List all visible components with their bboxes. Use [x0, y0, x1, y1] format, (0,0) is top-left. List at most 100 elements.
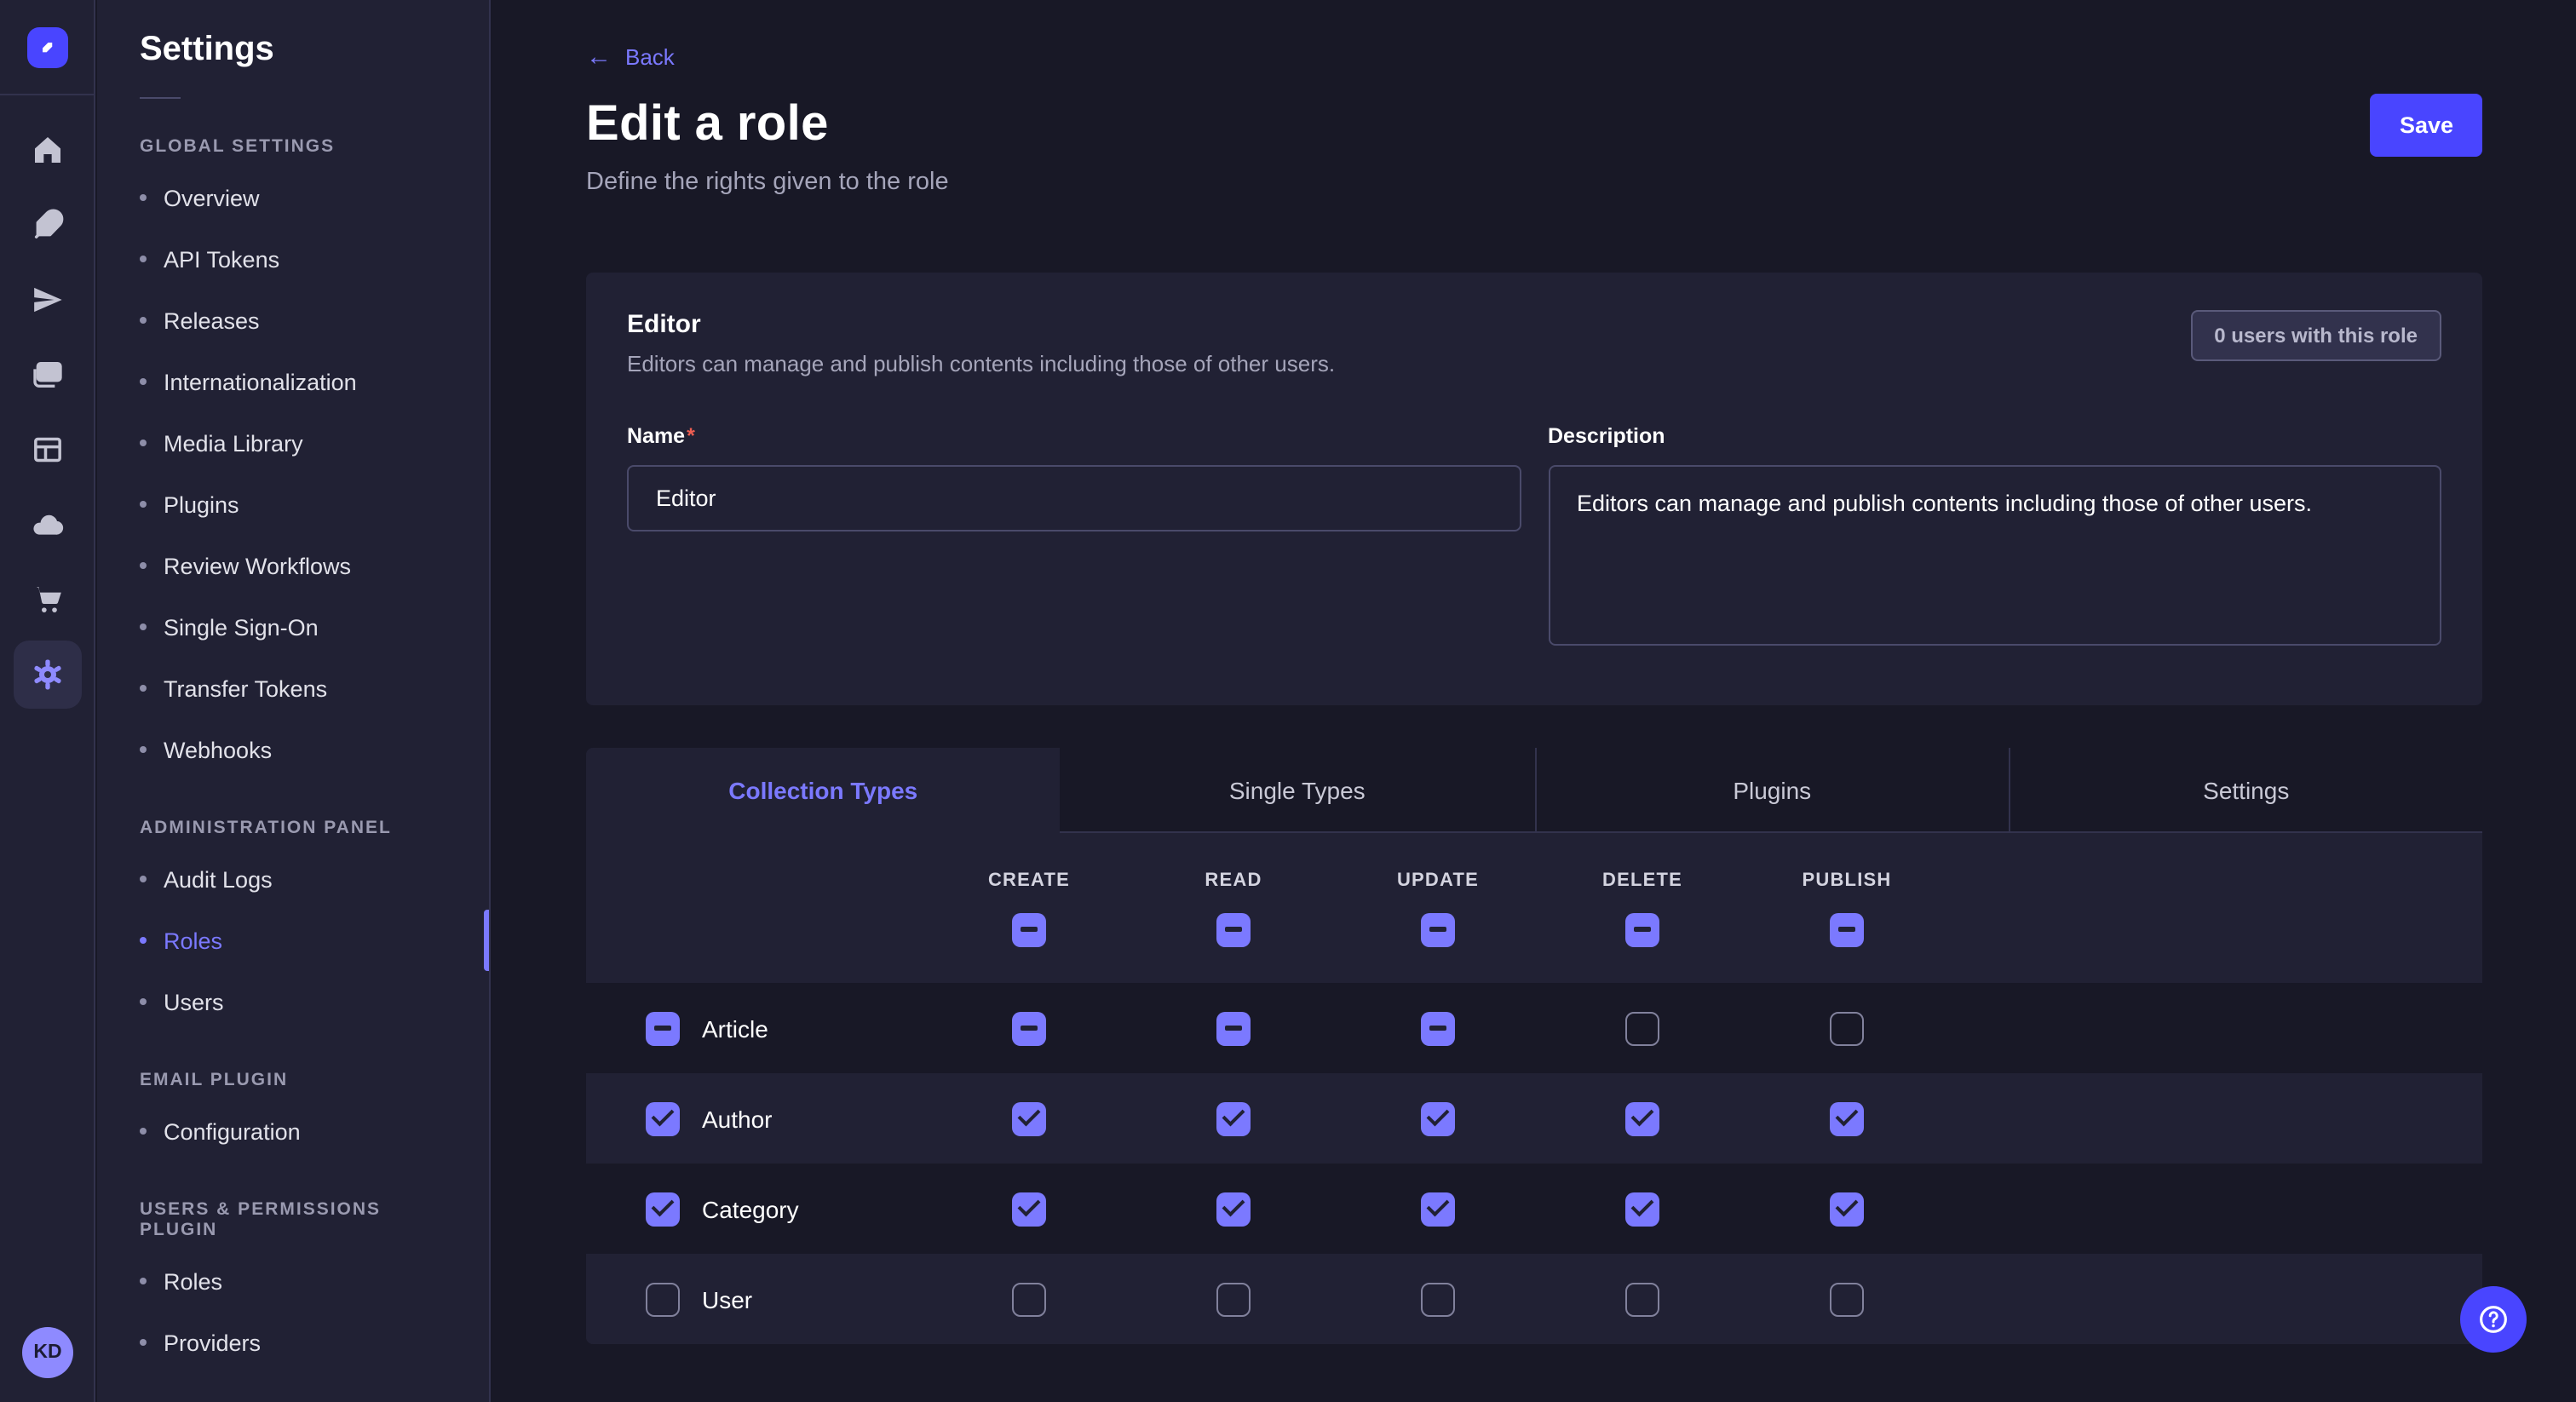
cb-user-read[interactable] — [1216, 1282, 1251, 1316]
name-field[interactable] — [627, 465, 1521, 531]
send-icon[interactable] — [13, 266, 81, 334]
cb-user-delete[interactable] — [1625, 1282, 1659, 1316]
cb-author-row[interactable] — [646, 1101, 680, 1135]
permissions-card: Collection Types Single Types Plugins Se… — [586, 748, 2482, 1344]
description-field[interactable]: Editors can manage and publish contents … — [1548, 465, 2441, 646]
help-button[interactable] — [2460, 1286, 2527, 1353]
page-subtitle: Define the rights given to the role — [586, 169, 2482, 196]
back-link[interactable]: ← Back — [586, 44, 675, 70]
permission-row-user: User — [586, 1254, 2482, 1344]
nav-item-label: Plugins — [164, 491, 239, 517]
permissions-tabs: Collection Types Single Types Plugins Se… — [586, 748, 2482, 833]
nav-item-users[interactable]: Users — [97, 971, 489, 1032]
column-header-create: CREATE — [988, 870, 1070, 890]
nav-item-label: Audit Logs — [164, 866, 273, 892]
cb-all-publish[interactable] — [1830, 912, 1864, 946]
cb-all-read[interactable] — [1216, 912, 1251, 946]
layouts-icon[interactable] — [13, 416, 81, 484]
cb-category-delete[interactable] — [1625, 1192, 1659, 1226]
section-label: GLOBAL SETTINGS — [97, 136, 489, 157]
section-label: USERS & PERMISSIONS PLUGIN — [97, 1199, 489, 1240]
cb-category-row[interactable] — [646, 1192, 680, 1226]
nav-item-label: Users — [164, 989, 224, 1014]
permissions-header-row: CREATE READ UPDATE DELETE PUBLISH — [586, 833, 2482, 983]
active-indicator — [484, 910, 489, 971]
nav-item-overview[interactable]: Overview — [97, 167, 489, 228]
tab-plugins[interactable]: Plugins — [1534, 748, 2009, 833]
cb-article-delete[interactable] — [1625, 1011, 1659, 1045]
column-header-update: UPDATE — [1397, 870, 1479, 890]
tab-single-types[interactable]: Single Types — [1061, 748, 1535, 833]
bullet-icon — [140, 937, 147, 944]
bullet-icon — [140, 1128, 147, 1135]
cart-icon[interactable] — [13, 566, 81, 634]
permission-row-author: Author — [586, 1073, 2482, 1164]
tab-settings[interactable]: Settings — [2009, 748, 2483, 833]
icon-rail: KD — [0, 0, 95, 1402]
nav-item-internationalization[interactable]: Internationalization — [97, 351, 489, 412]
nav-item-configuration[interactable]: Configuration — [97, 1100, 489, 1162]
cb-author-delete[interactable] — [1625, 1101, 1659, 1135]
nav-item-label: Internationalization — [164, 369, 357, 394]
cb-user-publish[interactable] — [1830, 1282, 1864, 1316]
nav-item-roles-up[interactable]: Roles — [97, 1250, 489, 1312]
nav-item-releases[interactable]: Releases — [97, 290, 489, 351]
cb-author-read[interactable] — [1216, 1101, 1251, 1135]
nav-item-media-library[interactable]: Media Library — [97, 412, 489, 474]
nav-divider — [140, 97, 181, 99]
cb-author-update[interactable] — [1421, 1101, 1455, 1135]
nav-item-label: Media Library — [164, 430, 303, 456]
cb-user-create[interactable] — [1012, 1282, 1046, 1316]
cb-article-publish[interactable] — [1830, 1011, 1864, 1045]
nav-item-transfer-tokens[interactable]: Transfer Tokens — [97, 658, 489, 719]
nav-item-webhooks[interactable]: Webhooks — [97, 719, 489, 780]
cb-article-create[interactable] — [1012, 1011, 1046, 1045]
nav-item-roles-admin[interactable]: Roles — [97, 910, 489, 971]
bullet-icon — [140, 746, 147, 753]
main-content: ← Back Edit a role Save Define the right… — [491, 0, 2576, 1402]
save-button[interactable]: Save — [2371, 94, 2482, 157]
cb-category-publish[interactable] — [1830, 1192, 1864, 1226]
section-label: ADMINISTRATION PANEL — [97, 818, 489, 838]
feather-icon[interactable] — [13, 191, 81, 259]
cb-category-read[interactable] — [1216, 1192, 1251, 1226]
nav-item-label: Webhooks — [164, 737, 272, 762]
home-icon[interactable] — [13, 116, 81, 184]
bullet-icon — [140, 998, 147, 1005]
cb-article-update[interactable] — [1421, 1011, 1455, 1045]
nav-item-single-sign-on[interactable]: Single Sign-On — [97, 596, 489, 658]
tab-collection-types[interactable]: Collection Types — [586, 748, 1061, 833]
cb-all-update[interactable] — [1421, 912, 1455, 946]
cb-user-update[interactable] — [1421, 1282, 1455, 1316]
cloud-icon[interactable] — [13, 491, 81, 559]
settings-gear-icon[interactable] — [13, 641, 81, 709]
cb-article-row[interactable] — [646, 1011, 680, 1045]
nav-item-api-tokens[interactable]: API Tokens — [97, 228, 489, 290]
nav-item-plugins[interactable]: Plugins — [97, 474, 489, 535]
cb-all-delete[interactable] — [1625, 912, 1659, 946]
nav-item-label: Single Sign-On — [164, 614, 319, 640]
cb-author-create[interactable] — [1012, 1101, 1046, 1135]
strapi-logo-icon[interactable] — [26, 26, 67, 67]
permission-row-article: Article — [586, 983, 2482, 1073]
avatar[interactable]: KD — [22, 1327, 73, 1378]
bullet-icon — [140, 440, 147, 446]
cb-article-read[interactable] — [1216, 1011, 1251, 1045]
role-details-card: Editor Editors can manage and publish co… — [586, 273, 2482, 705]
row-label: Category — [702, 1195, 799, 1222]
nav-item-providers[interactable]: Providers — [97, 1312, 489, 1373]
nav-item-label: Configuration — [164, 1118, 301, 1144]
cb-all-create[interactable] — [1012, 912, 1046, 946]
nav-item-review-workflows[interactable]: Review Workflows — [97, 535, 489, 596]
cb-category-create[interactable] — [1012, 1192, 1046, 1226]
bullet-icon — [140, 1278, 147, 1284]
nav-section-administration-panel: ADMINISTRATION PANEL Audit Logs Roles Us… — [97, 818, 489, 1032]
nav-item-audit-logs[interactable]: Audit Logs — [97, 848, 489, 910]
settings-nav: Settings GLOBAL SETTINGS Overview API To… — [97, 0, 491, 1402]
section-label: EMAIL PLUGIN — [97, 1070, 489, 1090]
cb-author-publish[interactable] — [1830, 1101, 1864, 1135]
media-library-icon[interactable] — [13, 341, 81, 409]
cb-user-row[interactable] — [646, 1282, 680, 1316]
nav-item-label: Overview — [164, 185, 260, 210]
cb-category-update[interactable] — [1421, 1192, 1455, 1226]
